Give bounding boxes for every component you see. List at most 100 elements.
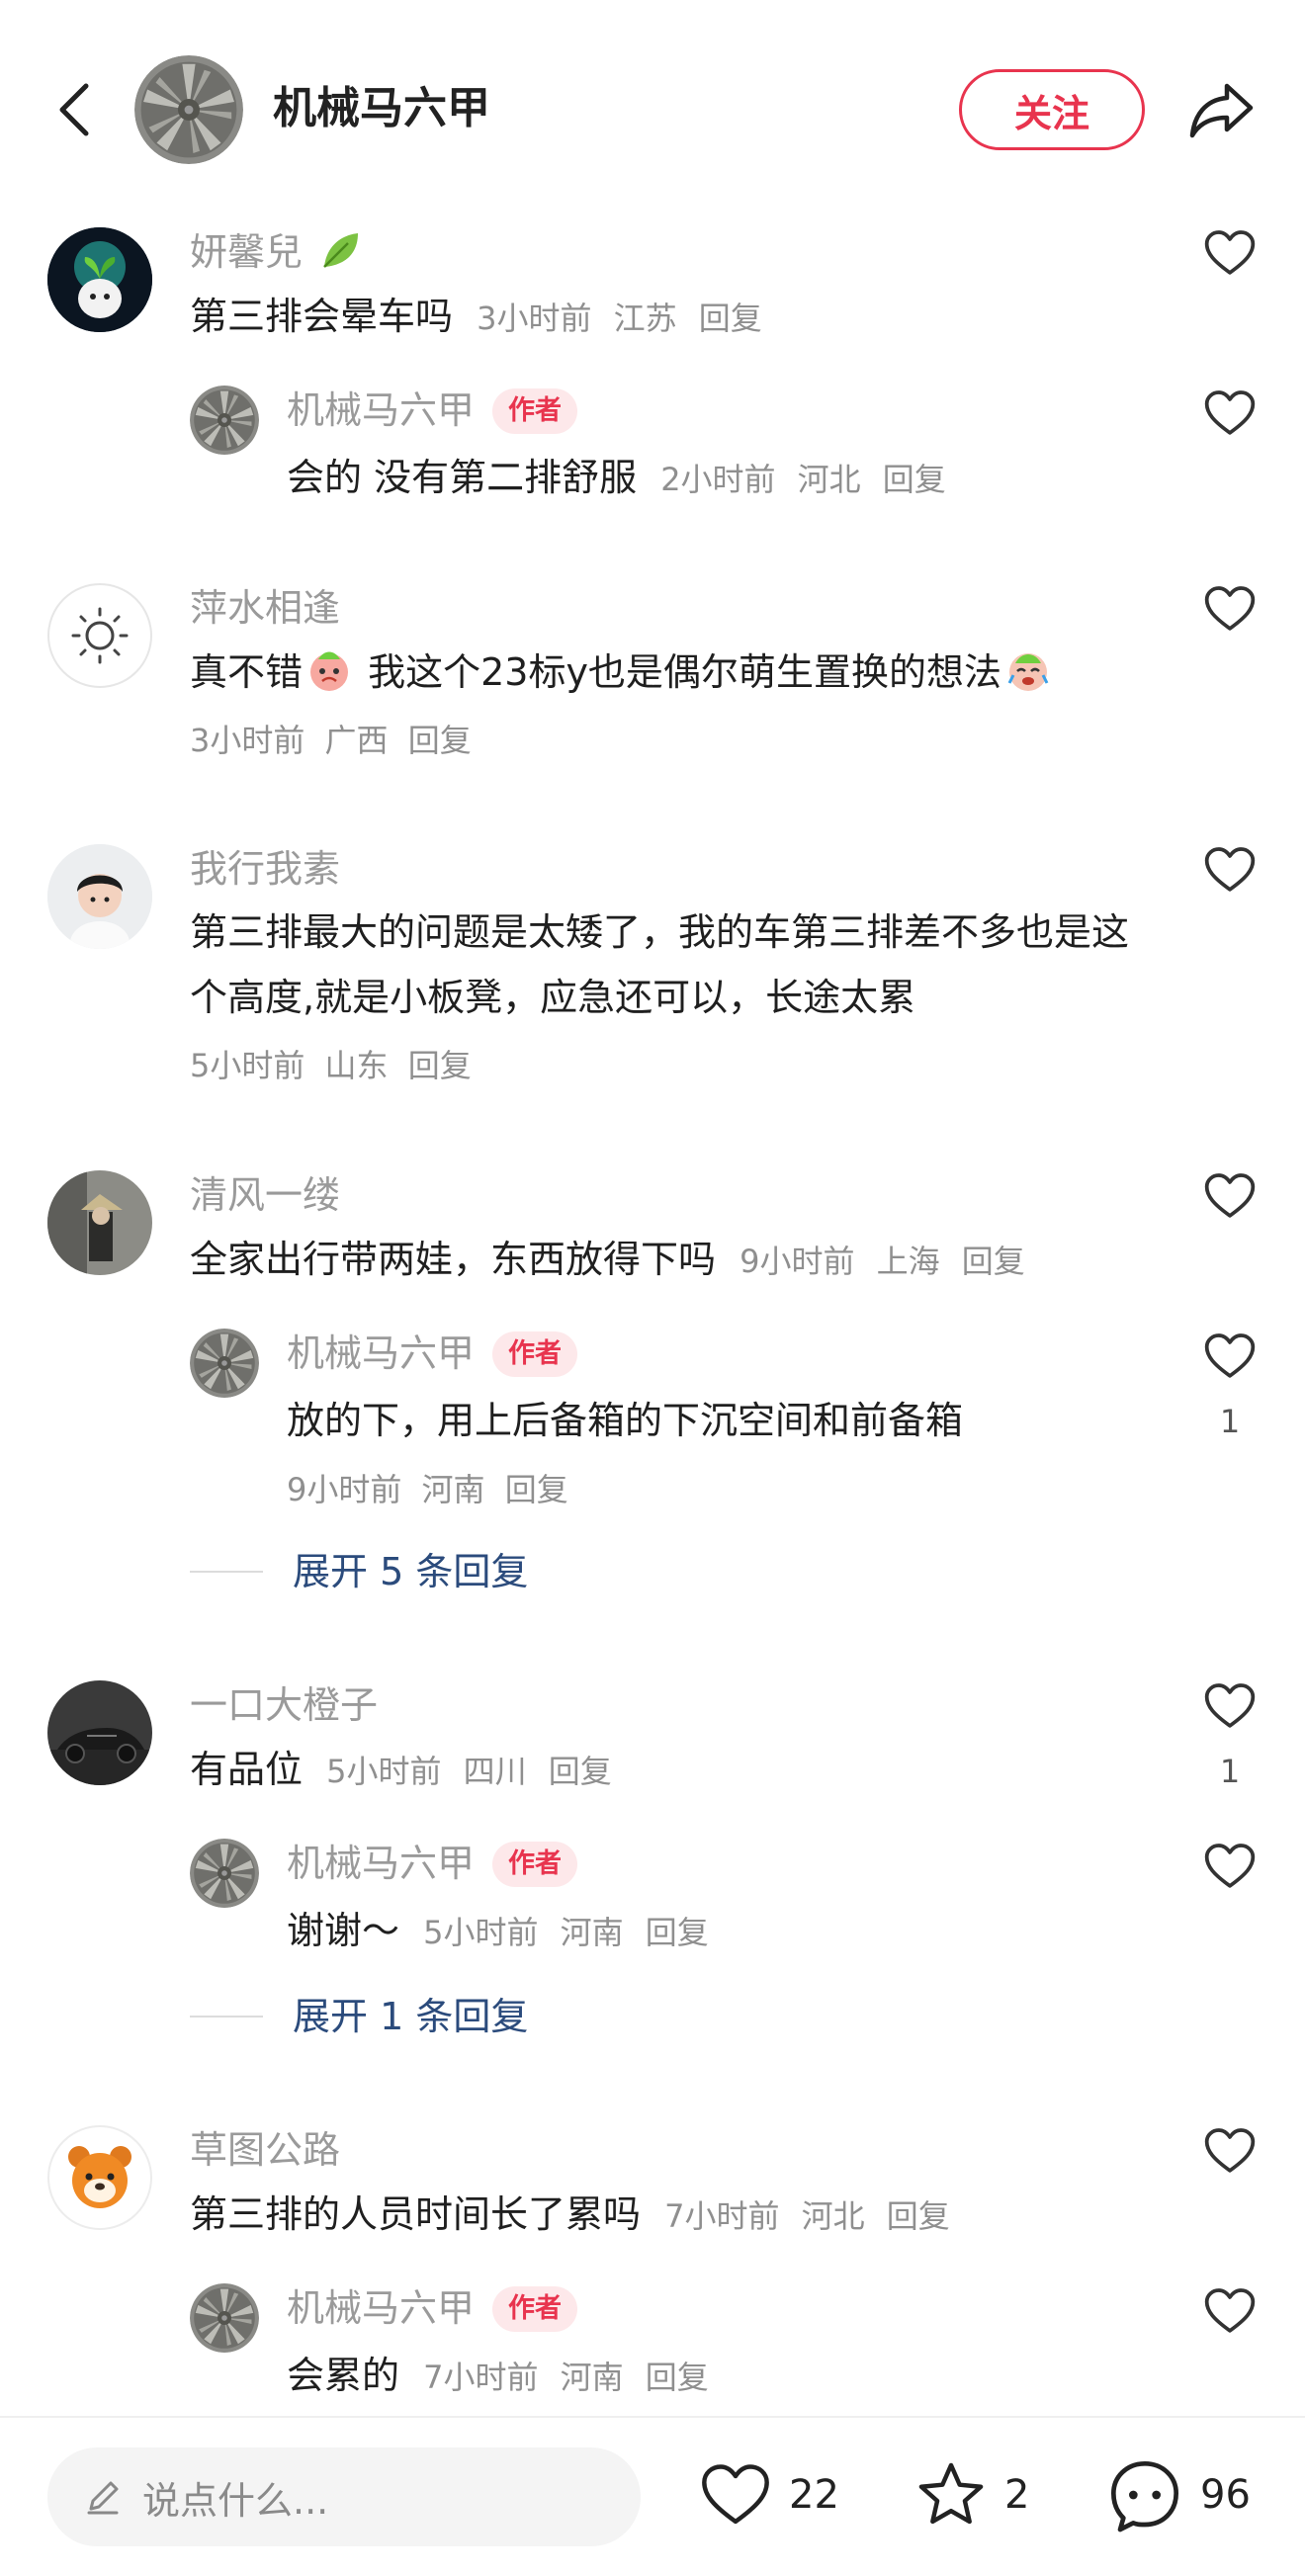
reply-avatar[interactable]	[190, 386, 259, 455]
heart-icon	[1202, 1839, 1258, 1894]
comment-location: 广西	[324, 722, 389, 759]
reply-username[interactable]: 机械马六甲 作者	[287, 1839, 578, 1888]
reply-button[interactable]: 回复	[549, 1753, 612, 1790]
favorite-button[interactable]: 2	[914, 2446, 1029, 2544]
comment-text[interactable]: 有品位 5小时前 四川 回复	[190, 1737, 612, 1804]
user-avatar[interactable]	[47, 583, 152, 688]
reply-text[interactable]: 会的 没有第二排舒服 2小时前 河北 回复	[287, 445, 946, 512]
like-button[interactable]	[1198, 838, 1262, 902]
like-count: 22	[789, 2472, 839, 2518]
comment-username[interactable]: 妍馨兒	[190, 227, 368, 277]
expand-replies-label: 展开 1 条回复	[293, 1995, 529, 2038]
comment-time: 3小时前	[190, 722, 305, 759]
comment-username[interactable]: 我行我素	[190, 844, 340, 894]
comment-location: 四川	[463, 1753, 527, 1790]
reply-button[interactable]: 回复	[699, 300, 762, 337]
like-button[interactable]	[1198, 1835, 1262, 1898]
reply-avatar[interactable]	[190, 2283, 259, 2353]
back-button[interactable]	[40, 75, 109, 144]
like-button[interactable]	[1198, 1325, 1262, 1388]
comment-location: 河北	[801, 2197, 865, 2235]
heart-icon	[1202, 2283, 1258, 2339]
like-button[interactable]	[1198, 382, 1262, 445]
comment-meta: 5小时前 山东 回复	[190, 1041, 472, 1090]
comment-time: 5小时前	[423, 1914, 539, 1951]
reply-button[interactable]: 回复	[646, 1914, 709, 1951]
like-button[interactable]	[1198, 221, 1262, 285]
reply-button[interactable]: 回复	[646, 2359, 709, 2396]
comment-text[interactable]: 全家出行带两娃，东西放得下吗 9小时前 上海 回复	[190, 1227, 1025, 1294]
user-avatar[interactable]	[47, 227, 152, 332]
heart-icon	[1202, 581, 1258, 637]
comment-input[interactable]: 说点什么...	[47, 2447, 641, 2546]
like-count: 1	[1219, 1403, 1241, 1440]
star-icon	[918, 2462, 984, 2525]
author-badge: 作者	[492, 2286, 578, 2332]
comment-location: 山东	[324, 1047, 389, 1084]
reply-button[interactable]: 回复	[505, 1471, 568, 1508]
reply-username[interactable]: 机械马六甲 作者	[287, 1329, 578, 1378]
reply-text[interactable]: 放的下，用上后备箱的下沉空间和前备箱	[287, 1388, 963, 1453]
expand-replies-button[interactable]: 展开 5 条回复	[190, 1547, 528, 1596]
comment-time: 9小时前	[287, 1471, 402, 1508]
comment-bubble-icon	[1111, 2461, 1178, 2533]
comment-text[interactable]: 真不错 我这个23标y也是偶尔萌生置换的想法	[190, 640, 1055, 705]
heart-icon	[1202, 842, 1258, 898]
reply-text[interactable]: 谢谢～ 5小时前 河南 回复	[287, 1898, 709, 1965]
author-name[interactable]: 机械马六甲	[273, 79, 490, 138]
comment-username[interactable]: 清风一缕	[190, 1170, 340, 1220]
user-avatar[interactable]	[47, 1680, 152, 1785]
comment-count: 96	[1200, 2472, 1251, 2518]
follow-button[interactable]: 关注	[959, 69, 1145, 150]
heart-icon	[702, 2464, 769, 2525]
comment-username[interactable]: 一口大橙子	[190, 1680, 378, 1730]
like-button[interactable]	[1198, 2279, 1262, 2343]
reply-avatar[interactable]	[190, 1329, 259, 1398]
favorite-count: 2	[1004, 2472, 1030, 2518]
comment-location: 河南	[560, 2359, 624, 2396]
user-avatar[interactable]	[47, 1170, 152, 1275]
share-button[interactable]	[1184, 73, 1260, 148]
like-button[interactable]	[1198, 1674, 1262, 1738]
like-post-button[interactable]: 22	[698, 2446, 839, 2544]
user-avatar[interactable]	[47, 844, 152, 949]
divider	[190, 2016, 263, 2018]
comment-text[interactable]: 第三排会晕车吗 3小时前 江苏 回复	[190, 284, 762, 351]
comment-button[interactable]: 96	[1105, 2446, 1251, 2544]
reply-username[interactable]: 机械马六甲 作者	[287, 386, 578, 435]
author-badge: 作者	[492, 1842, 578, 1887]
comment-text[interactable]: 第三排的人员时间长了累吗 7小时前 河北 回复	[190, 2182, 950, 2249]
comment-time: 5小时前	[326, 1753, 442, 1790]
like-button[interactable]	[1198, 1164, 1262, 1228]
reply-avatar[interactable]	[190, 1839, 259, 1908]
comment-time: 9小时前	[740, 1243, 855, 1280]
divider	[190, 1571, 263, 1573]
comment-meta: 3小时前 广西 回复	[190, 716, 472, 765]
author-badge: 作者	[492, 388, 578, 434]
comment-time: 7小时前	[423, 2359, 539, 2396]
like-button[interactable]	[1198, 2119, 1262, 2183]
comment-location: 上海	[876, 1243, 940, 1280]
heart-icon	[1202, 225, 1258, 281]
post-header: 机械马六甲 关注	[0, 0, 1305, 221]
reply-button[interactable]: 回复	[962, 1243, 1025, 1280]
user-avatar[interactable]	[47, 2125, 152, 2230]
reply-text[interactable]: 会累的 7小时前 河南 回复	[287, 2343, 709, 2410]
heart-icon	[1202, 2123, 1258, 2179]
comment-time: 2小时前	[660, 461, 776, 498]
like-button[interactable]	[1198, 577, 1262, 641]
expand-replies-button[interactable]: 展开 1 条回复	[190, 1992, 528, 2041]
reply-button[interactable]: 回复	[887, 2197, 950, 2235]
comment-text[interactable]: 第三排最大的问题是太矮了，我的车第三排差不多也是这个高度,就是小板凳，应急还可以…	[190, 900, 1159, 1030]
comment-time: 5小时前	[190, 1047, 305, 1084]
share-icon	[1189, 83, 1254, 138]
comment-username[interactable]: 草图公路	[190, 2125, 340, 2175]
comment-username[interactable]: 萍水相逢	[190, 583, 340, 633]
pencil-icon	[87, 2481, 119, 2515]
crying-emoji-icon	[310, 651, 349, 691]
reply-button[interactable]: 回复	[408, 1047, 472, 1084]
reply-username[interactable]: 机械马六甲 作者	[287, 2283, 578, 2333]
reply-button[interactable]: 回复	[408, 722, 472, 759]
author-avatar[interactable]	[134, 55, 243, 164]
reply-button[interactable]: 回复	[883, 461, 946, 498]
